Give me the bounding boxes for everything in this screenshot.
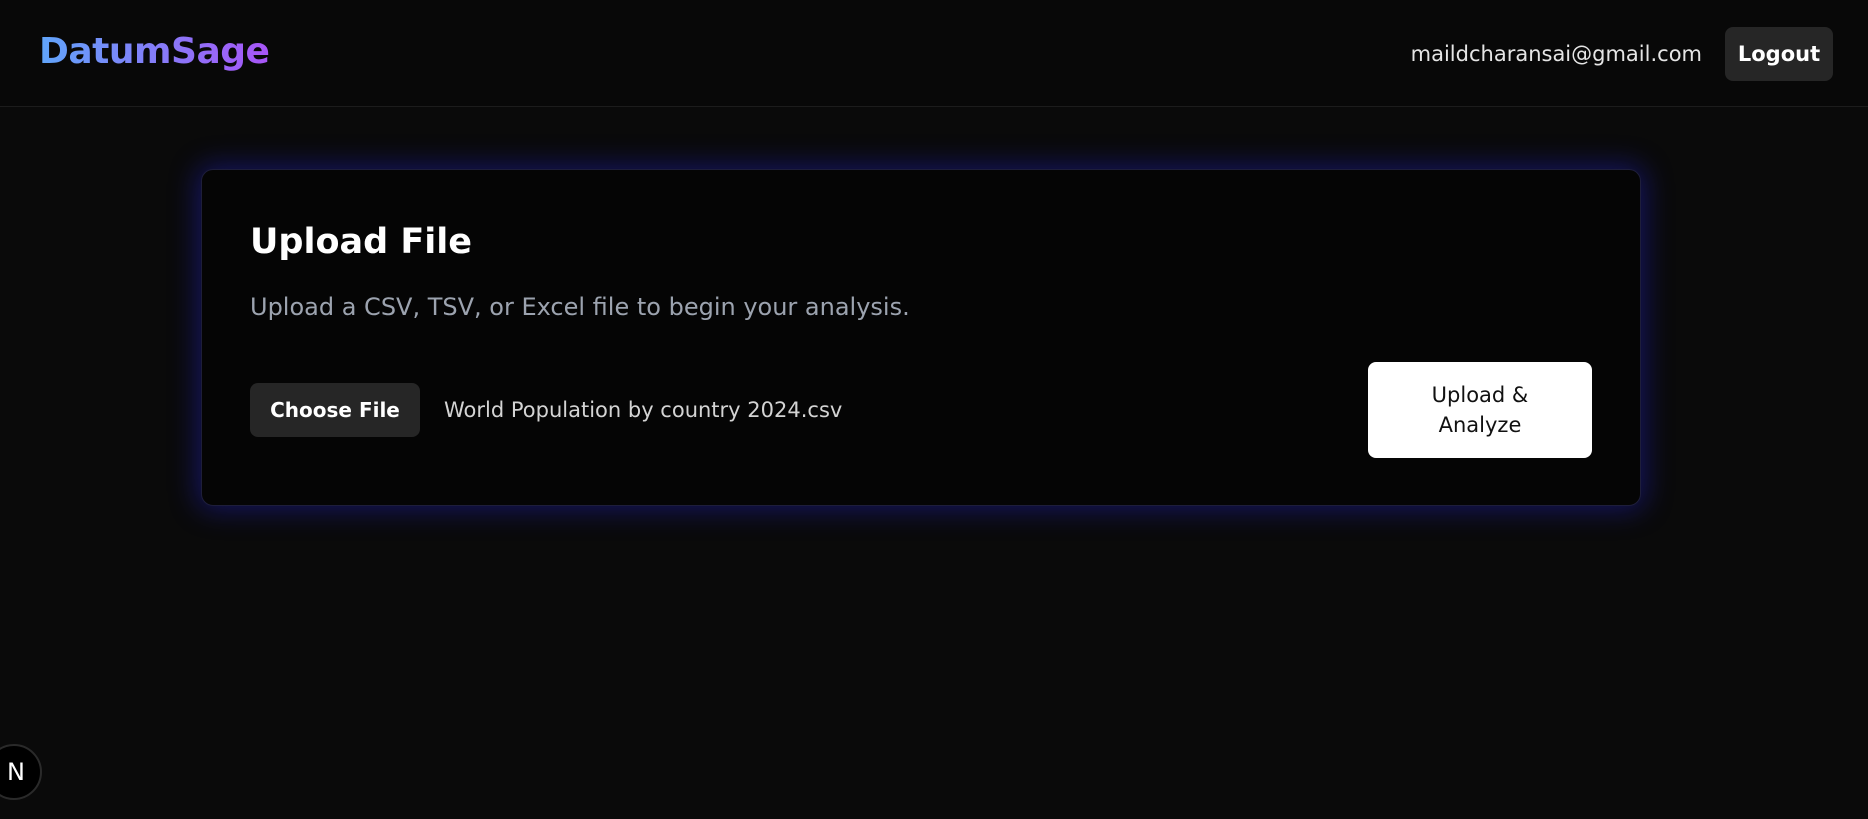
card-title: Upload File <box>250 222 473 262</box>
top-navbar: DatumSage maildcharansai@gmail.com Logou… <box>0 0 1868 107</box>
selected-file-name: World Population by country 2024.csv <box>444 398 843 422</box>
upload-analyze-button[interactable]: Upload & Analyze <box>1368 362 1592 458</box>
nextjs-dev-indicator-icon[interactable]: N <box>0 744 42 800</box>
choose-file-button[interactable]: Choose File <box>250 383 420 437</box>
app-logo[interactable]: DatumSage <box>39 30 270 74</box>
upload-card: Upload File Upload a CSV, TSV, or Excel … <box>201 169 1641 506</box>
nextjs-logo-letter: N <box>7 758 25 786</box>
card-description: Upload a CSV, TSV, or Excel file to begi… <box>250 293 910 321</box>
user-email: maildcharansai@gmail.com <box>1410 42 1702 66</box>
logout-button[interactable]: Logout <box>1725 27 1833 81</box>
